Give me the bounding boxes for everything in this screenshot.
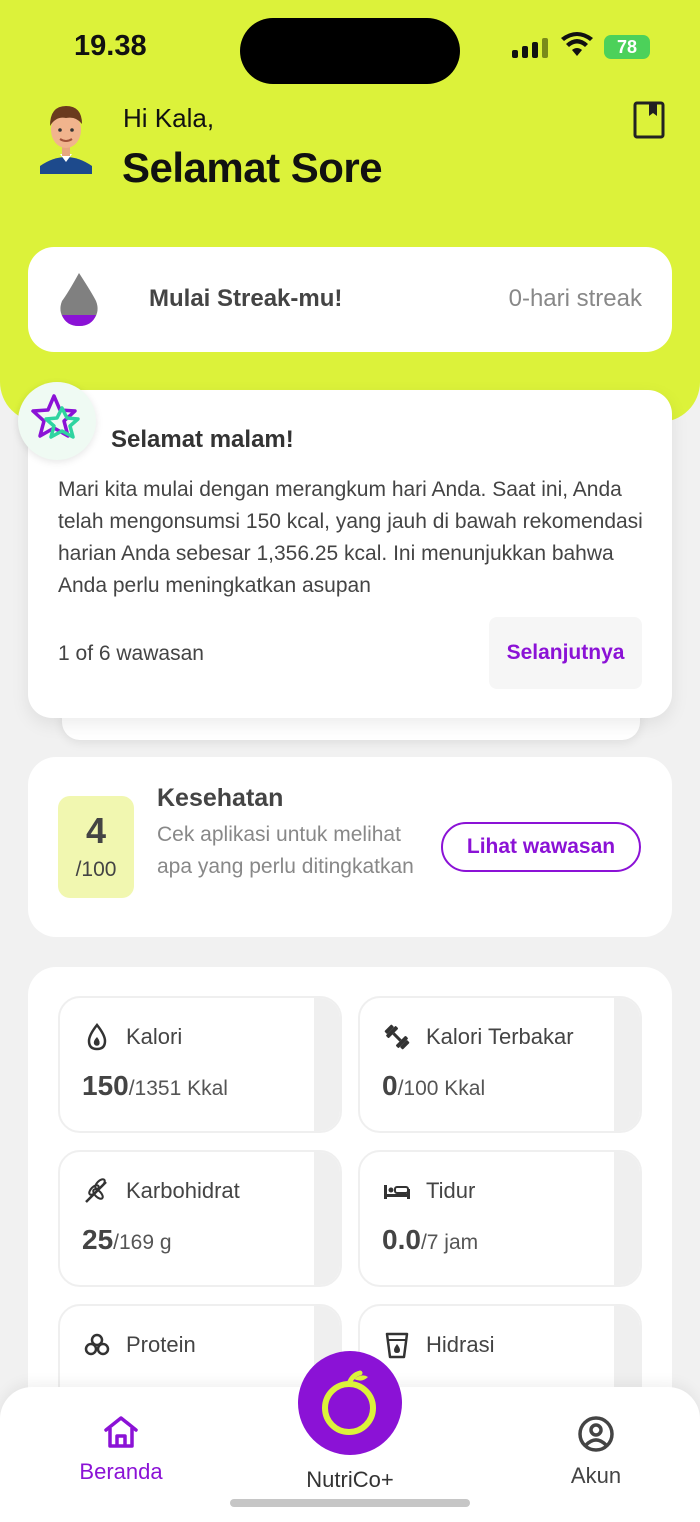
user-icon bbox=[578, 1416, 614, 1452]
nav-item-account[interactable]: Akun bbox=[526, 1415, 666, 1489]
dynamic-island bbox=[240, 18, 460, 84]
streak-title: Mulai Streak-mu! bbox=[149, 285, 343, 312]
star-icon bbox=[31, 394, 80, 439]
stat-label: Tidur bbox=[426, 1178, 476, 1203]
health-title: Kesehatan bbox=[157, 784, 284, 812]
fruit-icon bbox=[322, 1370, 376, 1435]
stat-label: Kalori bbox=[126, 1024, 183, 1049]
health-description: Cek aplikasi untuk melihat apa yang perl… bbox=[157, 823, 414, 878]
nav-label-account: Akun bbox=[570, 1463, 622, 1488]
health-score-box: 4 /100 bbox=[58, 796, 134, 898]
wifi-icon bbox=[561, 32, 593, 56]
next-insight-button[interactable]: Selanjutnya bbox=[489, 617, 642, 689]
protein-icon bbox=[84, 1333, 110, 1356]
bed-icon bbox=[384, 1185, 410, 1199]
battery-icon: 78 bbox=[604, 35, 650, 59]
wheat-icon bbox=[85, 1178, 107, 1203]
stat-value: 0.0/7 jam bbox=[382, 1224, 479, 1255]
calorie-drop-icon bbox=[87, 1022, 107, 1051]
nutrico-fab-button[interactable] bbox=[298, 1351, 402, 1455]
star-badge bbox=[18, 382, 96, 460]
greeting-text: Hi Kala, bbox=[123, 103, 215, 133]
see-insights-button[interactable]: Lihat wawasan bbox=[441, 822, 641, 872]
stat-value: 25/169 g bbox=[82, 1224, 172, 1255]
home-icon bbox=[104, 1416, 138, 1448]
avatar[interactable] bbox=[36, 96, 96, 178]
health-score: 4 bbox=[85, 810, 107, 851]
nav-label-home: Beranda bbox=[79, 1459, 163, 1484]
insight-card: Selamat malam! Mari kita mulai dengan me… bbox=[28, 390, 672, 718]
stat-tile-burned[interactable]: Kalori Terbakar 0/100 Kkal bbox=[358, 996, 642, 1133]
streak-card[interactable]: Mulai Streak-mu! 0-hari streak bbox=[28, 247, 672, 352]
insight-body: Mari kita mulai dengan merangkum hari An… bbox=[58, 478, 643, 597]
signal-icon bbox=[512, 36, 548, 58]
health-score-max: /100 bbox=[75, 858, 117, 881]
insight-counter: 1 of 6 wawasan bbox=[58, 642, 204, 665]
stat-label: Karbohidrat bbox=[126, 1178, 240, 1203]
streak-count: 0-hari streak bbox=[508, 285, 642, 312]
stat-tile-sleep[interactable]: Tidur 0.0/7 jam bbox=[358, 1150, 642, 1287]
health-card: 4 /100 Kesehatan Cek aplikasi untuk meli… bbox=[28, 757, 672, 937]
status-bar: 19.38 78 bbox=[0, 0, 700, 96]
bookmark-book-icon[interactable] bbox=[632, 100, 666, 140]
home-indicator bbox=[230, 1499, 470, 1507]
stat-label: Kalori Terbakar bbox=[426, 1024, 574, 1049]
stat-value: 0/100 Kkal bbox=[382, 1070, 486, 1101]
stat-tile-carbs[interactable]: Karbohidrat 25/169 g bbox=[58, 1150, 342, 1287]
nav-item-home[interactable]: Beranda bbox=[51, 1415, 191, 1485]
nav-label-nutrico: NutriCo+ bbox=[306, 1467, 394, 1492]
stat-label: Protein bbox=[126, 1332, 196, 1357]
flame-icon bbox=[60, 273, 98, 326]
dumbbell-icon bbox=[384, 1024, 410, 1050]
stat-tile-calories[interactable]: Kalori 150/1351 Kkal bbox=[58, 996, 342, 1133]
page-title: Selamat Sore bbox=[122, 144, 383, 191]
status-time: 19.38 bbox=[74, 30, 147, 62]
stat-label: Hidrasi bbox=[426, 1332, 495, 1357]
stat-value: 150/1351 Kkal bbox=[82, 1070, 228, 1101]
insight-title: Selamat malam! bbox=[111, 426, 294, 453]
